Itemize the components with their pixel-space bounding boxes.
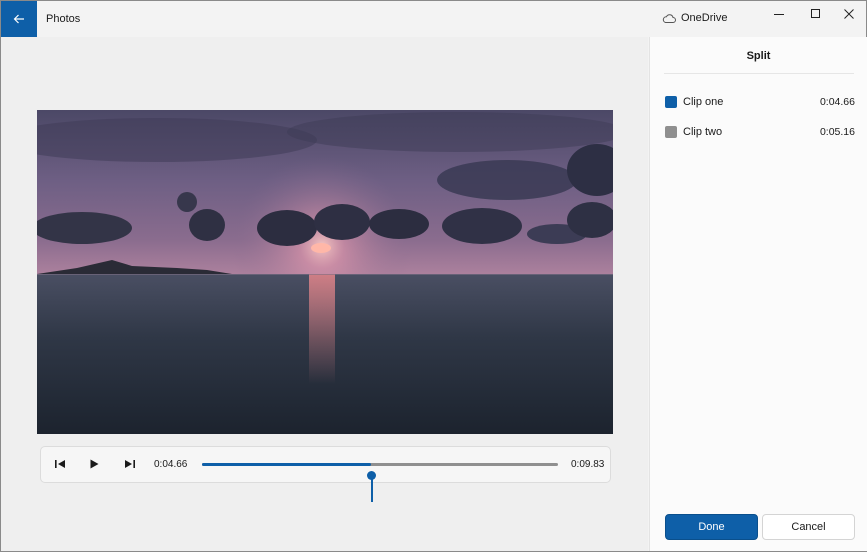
divider: [664, 73, 854, 74]
previous-frame-icon: [55, 460, 65, 468]
play-icon: [90, 459, 99, 469]
total-duration: 0:09.83: [571, 459, 605, 470]
onedrive-label: OneDrive: [681, 12, 728, 24]
clip-two-row[interactable]: Clip two 0:05.16: [665, 124, 855, 140]
app-title: Photos: [46, 13, 81, 25]
close-icon: [844, 9, 854, 19]
clip-one-label: Clip one: [683, 96, 724, 108]
app-window: Photos OneDrive 0:04.66 0:09.83 Split Cl…: [0, 0, 867, 552]
video-preview[interactable]: [37, 110, 613, 434]
next-frame-icon: [125, 460, 135, 468]
done-button[interactable]: Done: [665, 514, 758, 540]
current-time: 0:04.66: [154, 459, 188, 470]
maximize-button[interactable]: [799, 1, 833, 27]
clip-one-duration: 0:04.66: [819, 96, 855, 108]
clip-two-color-swatch: [665, 126, 677, 138]
back-arrow-icon: [13, 14, 24, 24]
cancel-button[interactable]: Cancel: [762, 514, 855, 540]
clip-one-row[interactable]: Clip one 0:04.66: [665, 94, 855, 110]
split-marker-handle[interactable]: [367, 471, 376, 480]
close-button[interactable]: [832, 1, 866, 27]
clip-two-duration: 0:05.16: [819, 126, 855, 138]
previous-frame-button[interactable]: [50, 455, 70, 473]
split-panel: Split Clip one 0:04.66 Clip two 0:05.16 …: [649, 37, 867, 551]
clip-one-color-swatch: [665, 96, 677, 108]
sunset-video-frame: [37, 110, 613, 434]
clip-two-label: Clip two: [683, 126, 723, 138]
onedrive-status[interactable]: OneDrive: [662, 12, 727, 24]
seek-progress: [202, 463, 371, 466]
panel-title: Split: [746, 50, 771, 62]
minimize-button[interactable]: [762, 1, 796, 27]
cloud-icon: [662, 13, 676, 23]
next-frame-button[interactable]: [120, 455, 140, 473]
title-bar: Photos OneDrive: [1, 1, 866, 37]
split-marker-line: [371, 478, 373, 502]
playback-bar: 0:04.66 0:09.83: [40, 446, 611, 483]
seek-track[interactable]: [202, 463, 558, 466]
minimize-icon: [774, 14, 784, 15]
maximize-icon: [811, 9, 820, 18]
play-button[interactable]: [84, 455, 104, 473]
back-button[interactable]: [1, 1, 37, 37]
